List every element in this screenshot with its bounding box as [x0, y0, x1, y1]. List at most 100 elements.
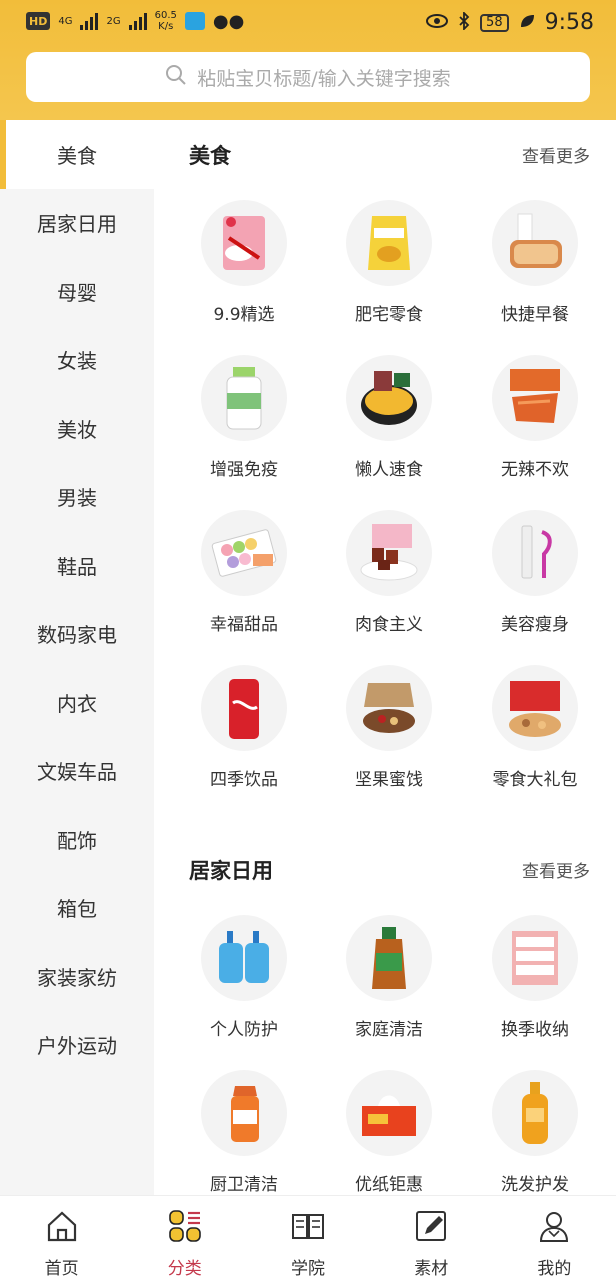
category-tile[interactable]: 懒人速食	[324, 355, 454, 505]
category-tile-label: 9.9精选	[213, 305, 275, 325]
category-tile[interactable]: 家庭清洁	[324, 915, 454, 1065]
category-tile[interactable]: 无辣不欢	[470, 355, 600, 505]
sidebar-item-label: 居家日用	[37, 212, 117, 237]
signal-icon-2	[128, 12, 147, 30]
sidebar-item-label: 配饰	[57, 828, 97, 853]
network-label-4g: 4G	[58, 15, 73, 27]
tab-book[interactable]: 学院	[246, 1196, 369, 1280]
bluetooth-icon	[458, 10, 470, 34]
category-tile[interactable]: 肉食主义	[324, 510, 454, 660]
category-tile[interactable]: 幸福甜品	[179, 510, 309, 660]
hand-wash-icon	[201, 915, 287, 1001]
instant-noodle-icon	[346, 355, 432, 441]
gift-pack-icon	[492, 665, 578, 751]
sidebar-item[interactable]: 数码家电	[0, 600, 154, 669]
category-tile[interactable]: 肥宅零食	[324, 200, 454, 350]
net-speed-unit: K/s	[158, 21, 174, 32]
tab-home[interactable]: 首页	[0, 1196, 123, 1280]
category-tile-label: 增强免疫	[210, 460, 278, 480]
sidebar-item[interactable]: 文娱车品	[0, 737, 154, 806]
sidebar-item-label: 美食	[57, 143, 97, 168]
category-tile[interactable]: 零食大礼包	[470, 665, 600, 815]
category-tile[interactable]: 四季饮品	[179, 665, 309, 815]
see-more-link[interactable]: 查看更多	[522, 857, 590, 882]
tab-label: 素材	[414, 1259, 449, 1279]
bread-milk-icon	[492, 200, 578, 286]
spray-cleaner-icon	[201, 1070, 287, 1156]
profile-icon	[536, 1208, 572, 1248]
sidebar-item[interactable]: 母婴	[0, 257, 154, 326]
network-label-2g: 2G	[106, 15, 121, 27]
snack-bag-icon	[201, 200, 287, 286]
sidebar-item[interactable]: 男装	[0, 463, 154, 532]
eye-icon	[426, 13, 449, 33]
tab-category[interactable]: 分类	[123, 1196, 246, 1280]
tab-profile[interactable]: 我的	[493, 1196, 616, 1280]
search-icon	[165, 64, 187, 91]
category-tile-label: 无辣不欢	[501, 460, 569, 480]
sidebar-item-label: 女装	[57, 349, 97, 374]
sidebar-item[interactable]: 家装家纺	[0, 942, 154, 1011]
category-tile-label: 懒人速食	[355, 460, 423, 480]
section-header: 美食 查看更多	[154, 140, 616, 180]
category-tile[interactable]: 洗发护发	[470, 1070, 600, 1195]
see-more-link[interactable]: 查看更多	[522, 142, 590, 167]
search-input[interactable]: 粘贴宝贝标题/输入关键字搜索	[26, 52, 590, 102]
category-tile[interactable]: 美容瘦身	[470, 510, 600, 660]
macaron-box-icon	[201, 510, 287, 596]
category-tile[interactable]: 个人防护	[179, 915, 309, 1065]
sidebar-item[interactable]: 内衣	[0, 668, 154, 737]
sidebar-item[interactable]: 美食	[0, 120, 154, 189]
category-tile-label: 快捷早餐	[501, 305, 569, 325]
section-title: 美食	[189, 144, 231, 168]
tab-label: 我的	[537, 1259, 572, 1279]
category-tile-label: 换季收纳	[501, 1020, 569, 1040]
sidebar-item[interactable]: 箱包	[0, 874, 154, 943]
section-title: 居家日用	[189, 859, 273, 883]
beef-jerky-icon	[346, 510, 432, 596]
sidebar-item-label: 内衣	[57, 691, 97, 716]
cola-can-icon	[201, 665, 287, 751]
category-tile-label: 肥宅零食	[355, 305, 423, 325]
category-tile[interactable]: 换季收纳	[470, 915, 600, 1065]
category-tile[interactable]: 增强免疫	[179, 355, 309, 505]
sidebar-item[interactable]: 美妆	[0, 394, 154, 463]
hd-badge: HD	[26, 12, 51, 30]
clock: 9:58	[544, 10, 594, 35]
category-tile-label: 厨卫清洁	[210, 1175, 278, 1195]
disinfectant-bottle-icon	[346, 915, 432, 1001]
sidebar-item-label: 箱包	[57, 897, 97, 922]
signal-icon	[80, 12, 99, 30]
tab-label: 分类	[167, 1259, 202, 1279]
category-tile[interactable]: 坚果蜜饯	[324, 665, 454, 815]
net-speed: 60.5 K/s	[155, 10, 177, 32]
shampoo-bottle-icon	[492, 1070, 578, 1156]
category-tile[interactable]: 快捷早餐	[470, 200, 600, 350]
sidebar-item[interactable]: 居家日用	[0, 189, 154, 258]
sidebar-item-label: 户外运动	[37, 1034, 117, 1059]
book-icon	[290, 1208, 326, 1248]
category-tile[interactable]: 厨卫清洁	[179, 1070, 309, 1195]
category-sidebar: 美食居家日用母婴女装美妆男装 鞋品 数码家电内衣文娱车品配饰箱包家装家纺户外运动	[0, 120, 154, 1195]
sidebar-item-label: 母婴	[57, 280, 97, 305]
sidebar-item[interactable]: 鞋品	[0, 531, 154, 600]
tab-label: 学院	[291, 1259, 325, 1279]
sidebar-item[interactable]: 女装	[0, 326, 154, 395]
sidebar-item[interactable]: 户外运动	[0, 1011, 154, 1080]
sidebar-item-label: 家装家纺	[37, 965, 117, 990]
category-tile[interactable]: 优纸钜惠	[324, 1070, 454, 1195]
sidebar-item-label: 文娱车品	[37, 760, 117, 785]
category-tile-label: 坚果蜜饯	[355, 770, 423, 790]
tissue-box-icon	[346, 1070, 432, 1156]
tab-edit[interactable]: 素材	[370, 1196, 493, 1280]
status-bar: HD 4G 2G 60.5 K/s ●● 58 9:58	[0, 0, 616, 46]
header: HD 4G 2G 60.5 K/s ●● 58 9:58 粘贴宝贝标题/输入关键…	[0, 0, 616, 120]
category-tile[interactable]: 9.9精选	[179, 200, 309, 350]
net-speed-value: 60.5	[154, 10, 177, 21]
sidebar-item[interactable]: 配饰	[0, 805, 154, 874]
search-placeholder: 粘贴宝贝标题/输入关键字搜索	[197, 67, 451, 90]
spicy-strips-icon	[492, 355, 578, 441]
sidebar-item-label: 美妆	[57, 417, 97, 442]
category-tile-label: 美容瘦身	[501, 615, 569, 635]
category-tile-label: 幸福甜品	[210, 615, 278, 635]
